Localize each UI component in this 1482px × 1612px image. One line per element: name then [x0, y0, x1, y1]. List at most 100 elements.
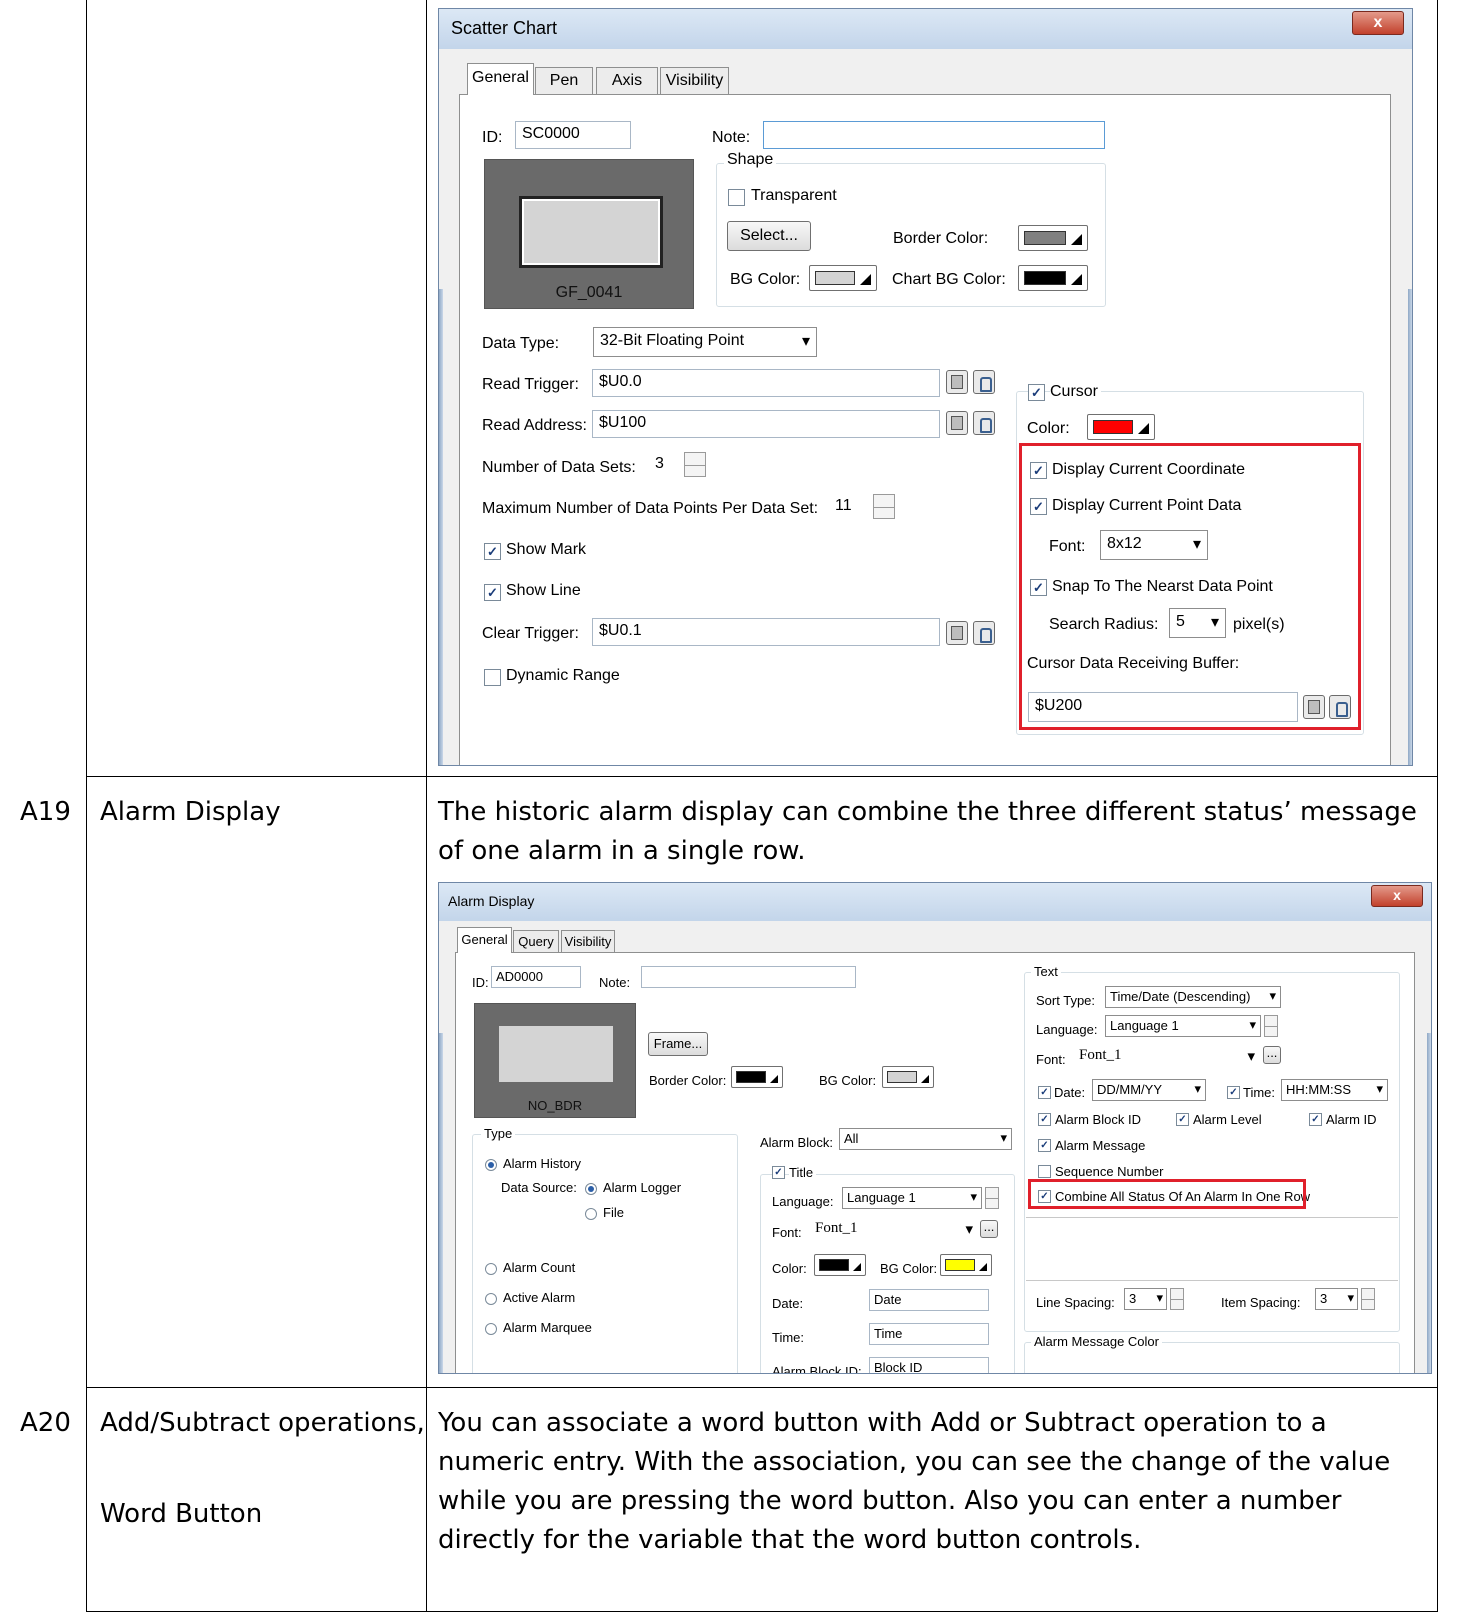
- chevron-down-icon: ▾: [970, 1189, 977, 1204]
- sort-type-select[interactable]: Time/Date (Descending) ▾: [1105, 986, 1281, 1008]
- tab-axis[interactable]: Axis: [596, 67, 658, 95]
- data-type-select[interactable]: 32-Bit Floating Point ▾: [593, 327, 817, 357]
- time-label: Time:: [772, 1330, 805, 1345]
- sequence-number-label: Sequence Number: [1055, 1164, 1164, 1179]
- title-bar[interactable]: Alarm Display x: [439, 883, 1431, 921]
- sort-type-label: Sort Type:: [1036, 993, 1096, 1008]
- general-panel: ID: AD0000 Note: NO_BDR Frame... Border …: [455, 952, 1415, 1373]
- text-font-select[interactable]: Font_1 ▾: [1074, 1045, 1260, 1067]
- id-field[interactable]: SC0000: [515, 121, 631, 149]
- title-bg-color-picker[interactable]: [940, 1254, 992, 1276]
- text-language-label: Language:: [1036, 1022, 1098, 1037]
- alarm-id-checkbox[interactable]: ✓: [1309, 1113, 1322, 1126]
- sort-type-value: Time/Date (Descending): [1110, 989, 1251, 1004]
- time-field[interactable]: Time: [869, 1323, 989, 1345]
- time-format-select[interactable]: HH:MM:SS ▾: [1281, 1079, 1388, 1101]
- line-spacing-select[interactable]: 3 ▾: [1124, 1288, 1167, 1310]
- date-checkbox[interactable]: ✓: [1038, 1086, 1051, 1099]
- number-of-data-sets-field[interactable]: 3: [648, 451, 680, 479]
- transparent-checkbox[interactable]: [728, 189, 745, 206]
- tab-general[interactable]: General: [467, 63, 534, 95]
- tag-lock-icon[interactable]: [973, 621, 995, 645]
- title-checkbox[interactable]: ✓: [772, 1166, 785, 1179]
- tab-general[interactable]: General: [457, 927, 512, 953]
- dropdown-triangle-icon: [1071, 274, 1082, 285]
- line-spacing-spinner[interactable]: [1170, 1288, 1184, 1310]
- id-field[interactable]: AD0000: [491, 966, 581, 988]
- tab-visibility[interactable]: Visibility: [660, 67, 729, 95]
- general-panel: ID: SC0000 Note: GF_0041 Shape Transpare…: [459, 94, 1391, 765]
- title-color-picker[interactable]: [814, 1254, 866, 1276]
- date-format-select[interactable]: DD/MM/YY ▾: [1092, 1079, 1206, 1101]
- dynamic-range-checkbox[interactable]: [484, 669, 501, 686]
- transparent-label: Transparent: [751, 187, 837, 204]
- tab-pen[interactable]: Pen: [535, 67, 593, 95]
- text-language-value: Language 1: [1110, 1018, 1179, 1033]
- date-field[interactable]: Date: [869, 1289, 989, 1311]
- alarm-history-label: Alarm History: [503, 1156, 582, 1171]
- read-address-field[interactable]: $U100: [592, 410, 940, 438]
- note-field[interactable]: [641, 966, 856, 988]
- sequence-number-checkbox[interactable]: [1038, 1165, 1051, 1178]
- max-points-field[interactable]: 11: [828, 493, 868, 521]
- scatter-chart-dialog: Scatter Chart x General Pen Axis Visibil…: [438, 8, 1413, 766]
- cursor-checkbox[interactable]: ✓: [1028, 384, 1045, 401]
- frame-button[interactable]: Frame...: [648, 1032, 708, 1056]
- close-button[interactable]: x: [1352, 11, 1404, 35]
- font-browse-button[interactable]: ...: [980, 1220, 998, 1238]
- title-bar[interactable]: Scatter Chart x: [439, 9, 1412, 49]
- item-spacing-spinner[interactable]: [1361, 1288, 1375, 1310]
- tag-lock-icon[interactable]: [973, 370, 995, 394]
- alarm-count-radio[interactable]: [485, 1263, 497, 1275]
- bg-color-label-2: BG Color:: [880, 1261, 938, 1276]
- cursor-color-picker[interactable]: [1087, 414, 1155, 440]
- show-line-checkbox[interactable]: ✓: [484, 584, 501, 601]
- show-mark-checkbox[interactable]: ✓: [484, 543, 501, 560]
- tab-query[interactable]: Query: [513, 930, 559, 953]
- number-of-data-sets-label: Number of Data Sets:: [482, 459, 636, 476]
- time-checkbox[interactable]: ✓: [1227, 1086, 1240, 1099]
- bg-color-picker[interactable]: [809, 265, 877, 291]
- color-swatch: [1093, 420, 1133, 434]
- clear-trigger-field[interactable]: $U0.1: [592, 618, 940, 646]
- number-of-data-sets-spinner[interactable]: [684, 452, 706, 477]
- alarm-message-checkbox[interactable]: ✓: [1038, 1139, 1051, 1152]
- language-select[interactable]: Language 1 ▾: [842, 1187, 982, 1209]
- time-format-value: HH:MM:SS: [1286, 1082, 1351, 1097]
- item-spacing-select[interactable]: 3 ▾: [1315, 1288, 1358, 1310]
- read-trigger-field[interactable]: $U0.0: [592, 369, 940, 397]
- tab-visibility[interactable]: Visibility: [561, 930, 615, 953]
- border-color-picker[interactable]: [731, 1066, 783, 1088]
- file-radio[interactable]: [585, 1208, 597, 1220]
- alarm-logger-radio[interactable]: [585, 1183, 597, 1195]
- language-spinner[interactable]: [985, 1187, 999, 1209]
- select-button[interactable]: Select...: [727, 221, 811, 251]
- row-description: The historic alarm display can combine t…: [438, 797, 1417, 866]
- close-button[interactable]: x: [1371, 885, 1423, 907]
- border-color-label: Border Color:: [649, 1073, 727, 1088]
- alarm-marquee-radio[interactable]: [485, 1323, 497, 1335]
- tag-lock-icon[interactable]: [973, 411, 995, 435]
- alarm-history-radio[interactable]: [485, 1159, 497, 1171]
- block-id-field[interactable]: Block ID: [869, 1357, 989, 1373]
- calculator-icon[interactable]: [946, 370, 968, 394]
- max-points-spinner[interactable]: [873, 494, 895, 519]
- date-label: Date:: [772, 1296, 804, 1311]
- border-color-picker[interactable]: [1018, 225, 1088, 251]
- chart-bg-color-picker[interactable]: [1018, 265, 1088, 291]
- text-language-select[interactable]: Language 1 ▾: [1105, 1015, 1261, 1037]
- calculator-icon[interactable]: [946, 621, 968, 645]
- text-font-browse-button[interactable]: ...: [1263, 1046, 1281, 1064]
- note-field[interactable]: [763, 121, 1105, 149]
- font-label: Font:: [772, 1225, 802, 1240]
- font-select[interactable]: Font_1 ▾: [810, 1218, 978, 1240]
- alarm-block-select[interactable]: All ▾: [839, 1128, 1012, 1150]
- alarm-level-checkbox[interactable]: ✓: [1176, 1113, 1189, 1126]
- bg-color-picker[interactable]: [882, 1066, 934, 1088]
- alarm-block-id-checkbox[interactable]: ✓: [1038, 1113, 1051, 1126]
- calculator-icon[interactable]: [946, 411, 968, 435]
- active-alarm-radio[interactable]: [485, 1293, 497, 1305]
- text-language-spinner[interactable]: [1264, 1015, 1278, 1037]
- bg-color-label: BG Color:: [730, 271, 801, 288]
- alarm-message-color-label: Alarm Message Color: [1031, 1334, 1162, 1349]
